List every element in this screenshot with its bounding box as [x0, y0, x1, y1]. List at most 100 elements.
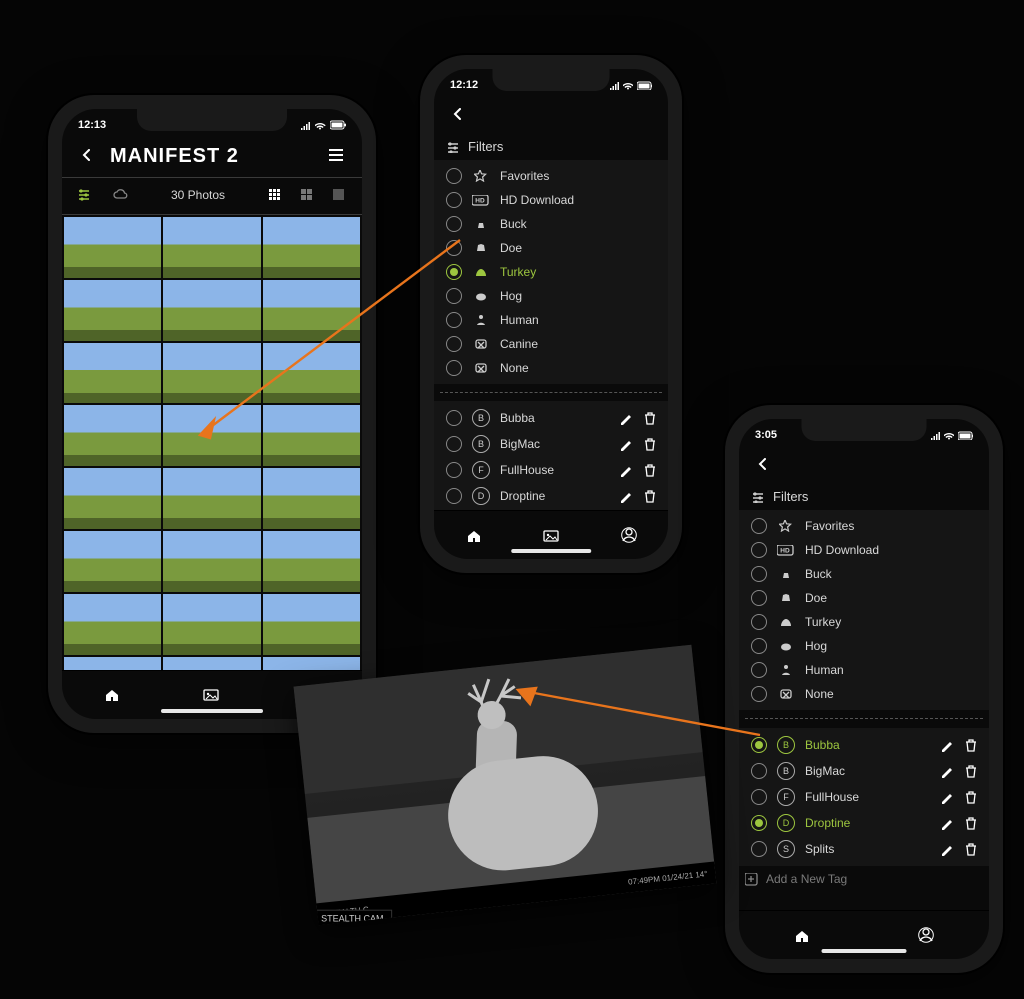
photo-thumbnail[interactable]: [163, 594, 260, 655]
battery-icon: [637, 81, 652, 90]
filter-favorites[interactable]: Favorites: [440, 164, 662, 188]
nav-account[interactable]: [615, 521, 643, 549]
tag-bigmac[interactable]: BBigMac: [745, 758, 983, 784]
filter-turkey[interactable]: Turkey: [745, 610, 983, 634]
tag-label: Bubba: [500, 411, 610, 425]
delete-tag-button[interactable]: [643, 490, 656, 503]
edit-tag-button[interactable]: [941, 843, 954, 856]
tag-letter-icon: B: [777, 762, 795, 780]
photo-thumbnail[interactable]: [64, 405, 161, 466]
delete-tag-button[interactable]: [964, 791, 977, 804]
star-icon: [472, 170, 490, 182]
filter-doe[interactable]: Doe: [440, 236, 662, 260]
filter-hd-download[interactable]: HD Download: [745, 538, 983, 562]
delete-tag-button[interactable]: [964, 817, 977, 830]
edit-tag-button[interactable]: [620, 412, 633, 425]
filter-hog[interactable]: Hog: [440, 284, 662, 308]
tag-fullhouse[interactable]: F FullHouse: [440, 457, 662, 483]
tag-letter-icon: F: [472, 461, 490, 479]
signal-icon: [300, 120, 311, 131]
edit-tag-button[interactable]: [941, 765, 954, 778]
delete-tag-button[interactable]: [964, 843, 977, 856]
delete-tag-button[interactable]: [643, 412, 656, 425]
signal-icon: [930, 430, 940, 440]
filter-favorites[interactable]: Favorites: [745, 514, 983, 538]
filter-label: Turkey: [805, 615, 977, 629]
nav-account[interactable]: [913, 921, 941, 949]
filter-turkey[interactable]: Turkey: [440, 260, 662, 284]
photo-thumbnail[interactable]: [163, 531, 260, 592]
photo-thumbnail[interactable]: [263, 594, 360, 655]
delete-tag-button[interactable]: [643, 438, 656, 451]
edit-tag-button[interactable]: [941, 817, 954, 830]
filter-none[interactable]: None: [440, 356, 662, 380]
filter-label: HD Download: [500, 193, 656, 207]
filter-button[interactable]: [72, 182, 98, 208]
filter-human[interactable]: Human: [440, 308, 662, 332]
edit-tag-button[interactable]: [620, 464, 633, 477]
photo-thumbnail[interactable]: [64, 217, 161, 278]
back-button[interactable]: [74, 143, 100, 169]
photo-thumbnail[interactable]: [64, 594, 161, 655]
edit-tag-button[interactable]: [620, 438, 633, 451]
home-indicator[interactable]: [822, 949, 907, 953]
wifi-icon: [623, 80, 633, 90]
filter-human[interactable]: Human: [745, 658, 983, 682]
nav-home[interactable]: [788, 921, 816, 949]
battery-icon: [958, 431, 973, 440]
filter-buck[interactable]: Buck: [745, 562, 983, 586]
radio-icon: [751, 542, 767, 558]
photo-thumbnail[interactable]: [64, 657, 161, 670]
home-indicator[interactable]: [161, 709, 263, 713]
edit-tag-button[interactable]: [941, 739, 954, 752]
filter-hd-download[interactable]: HD Download: [440, 188, 662, 212]
filter-hog[interactable]: Hog: [745, 634, 983, 658]
filter-canine[interactable]: Canine: [440, 332, 662, 356]
tag-splits[interactable]: SSplits: [745, 836, 983, 862]
tag-droptine[interactable]: DDroptine: [745, 810, 983, 836]
delete-tag-button[interactable]: [643, 464, 656, 477]
category-list: Favorites HD DownloadBuckDoe Turkey HogHuma…: [739, 510, 989, 710]
photo-thumbnail[interactable]: [263, 468, 360, 529]
nav-gallery[interactable]: [537, 521, 565, 549]
tag-droptine[interactable]: DDroptine: [440, 483, 662, 509]
photo-thumbnail[interactable]: [64, 531, 161, 592]
delete-tag-button[interactable]: [964, 765, 977, 778]
photo-thumbnail[interactable]: [163, 468, 260, 529]
tag-bubba[interactable]: BBubba: [745, 732, 983, 758]
weather-button[interactable]: [108, 182, 134, 208]
tag-label: FullHouse: [500, 463, 610, 477]
photo-thumbnail[interactable]: [263, 531, 360, 592]
photo-thumbnail[interactable]: [64, 343, 161, 404]
menu-button[interactable]: [324, 143, 350, 169]
radio-icon: [751, 590, 767, 606]
filter-buck[interactable]: Buck: [440, 212, 662, 236]
grid-3-button[interactable]: [262, 182, 288, 208]
delete-tag-button[interactable]: [964, 739, 977, 752]
add-tag-button[interactable]: Add a New Tag: [739, 866, 989, 892]
filter-none[interactable]: None: [745, 682, 983, 706]
filter-label: Favorites: [805, 519, 977, 533]
back-button[interactable]: [749, 451, 775, 477]
home-indicator[interactable]: [511, 549, 591, 553]
photo-thumbnail[interactable]: [64, 280, 161, 341]
photo-thumbnail[interactable]: [263, 657, 360, 670]
nav-home[interactable]: [98, 681, 126, 709]
tag-bigmac[interactable]: BBigMac: [440, 431, 662, 457]
tag-bubba[interactable]: BBubba: [440, 405, 662, 431]
wifi-icon: [944, 430, 954, 440]
photo-thumbnail[interactable]: [64, 468, 161, 529]
tag-fullhouse[interactable]: FFullHouse: [745, 784, 983, 810]
nav-home[interactable]: [459, 521, 487, 549]
filter-doe[interactable]: Doe: [745, 586, 983, 610]
grid-1-button[interactable]: [326, 182, 352, 208]
back-button[interactable]: [444, 101, 470, 127]
photo-thumbnail[interactable]: [163, 657, 260, 670]
radio-icon: [446, 168, 462, 184]
edit-tag-button[interactable]: [620, 490, 633, 503]
doe-icon: [777, 592, 795, 604]
tag-label: Droptine: [500, 489, 610, 503]
edit-tag-button[interactable]: [941, 791, 954, 804]
grid-2-button[interactable]: [294, 182, 320, 208]
nav-gallery[interactable]: [198, 681, 226, 709]
